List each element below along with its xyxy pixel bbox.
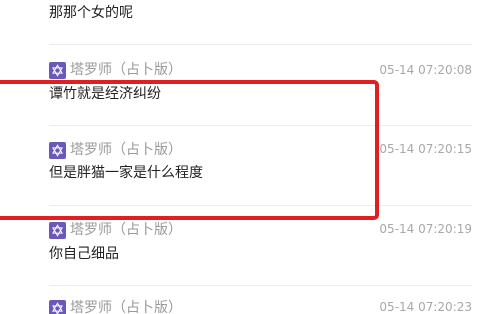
message-text: 但是胖猫一家是什么程度 (49, 165, 203, 181)
timestamp: 05-14 07:20:19 (379, 222, 472, 236)
timestamp: 05-14 07:20:08 (379, 63, 472, 77)
chat-feed: 那那个女的呢 塔罗师（占卜版） 05-14 07:20:08 谭竹就是经济纠纷 … (0, 0, 492, 314)
star-of-david-icon[interactable] (49, 221, 66, 239)
message-text: 谭竹就是经济纠纷 (49, 86, 161, 102)
message-text: 那那个女的呢 (49, 5, 133, 21)
message-header: 塔罗师（占卜版） (49, 141, 182, 159)
message-divider (49, 285, 472, 286)
username[interactable]: 塔罗师（占卜版） (70, 299, 182, 314)
username[interactable]: 塔罗师（占卜版） (70, 221, 182, 239)
message-header: 塔罗师（占卜版） (49, 299, 182, 314)
timestamp: 05-14 07:20:23 (379, 300, 472, 314)
message-divider (49, 125, 472, 126)
star-of-david-icon[interactable] (49, 299, 66, 314)
message-divider (49, 44, 472, 45)
message-text: 你自己细品 (49, 246, 119, 262)
username[interactable]: 塔罗师（占卜版） (70, 141, 182, 159)
timestamp: 05-14 07:20:15 (379, 142, 472, 156)
message-divider (49, 205, 472, 206)
star-of-david-icon[interactable] (49, 141, 66, 159)
star-of-david-icon[interactable] (49, 61, 66, 79)
message-header: 塔罗师（占卜版） (49, 221, 182, 239)
message-header: 塔罗师（占卜版） (49, 61, 182, 79)
username[interactable]: 塔罗师（占卜版） (70, 61, 182, 79)
